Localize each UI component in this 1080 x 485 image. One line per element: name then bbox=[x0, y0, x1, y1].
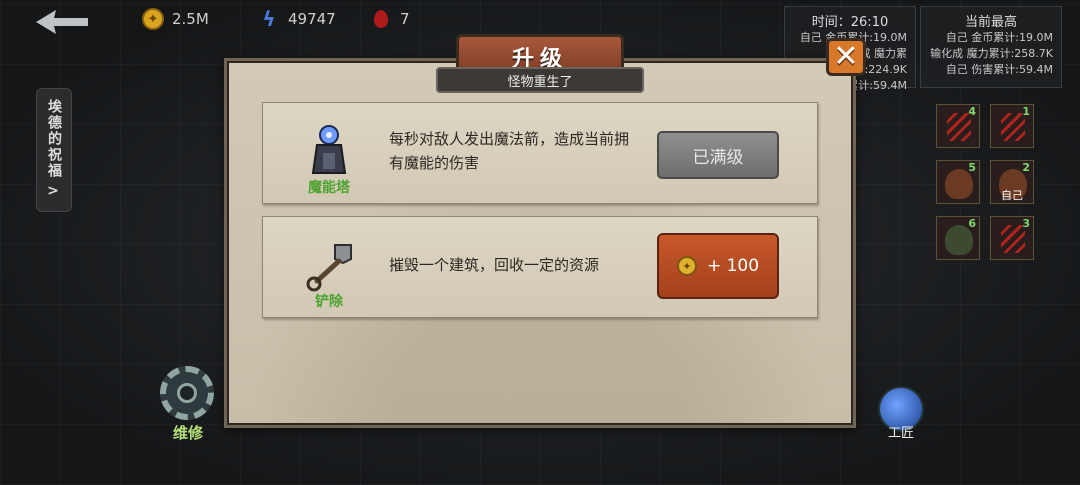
option-card-demolish: 铲除 摧毁一个建筑，回收一定的资源 ✦ + 100 bbox=[262, 216, 818, 318]
blood-drop-icon bbox=[374, 10, 388, 28]
best-line: 输化成 魔力累计:258.7K bbox=[930, 47, 1053, 60]
gold-counter: ✦ 2.5M bbox=[142, 8, 209, 30]
option-card-magic-tower: 魔能塔 每秒对敌人发出魔法箭，造成当前拥有魔能的伤害 已满级 bbox=[262, 102, 818, 204]
best-line: 自己 伤害累计:59.4M bbox=[945, 63, 1053, 76]
close-button[interactable]: ✕ bbox=[826, 38, 866, 76]
gear-center bbox=[177, 383, 197, 403]
energy-value: 49747 bbox=[288, 10, 336, 28]
demolish-value: + 100 bbox=[706, 256, 760, 276]
option-description: 摧毁一个建筑，回收一定的资源 bbox=[389, 256, 600, 274]
blood-value: 7 bbox=[400, 10, 410, 28]
hero-slot-number: 2 bbox=[1022, 161, 1030, 174]
lightning-icon: ϟ bbox=[262, 7, 276, 31]
hero-slot[interactable]: 6 bbox=[936, 216, 980, 260]
hero-slot-number: 4 bbox=[968, 105, 976, 118]
blessing-tab-label: 埃德的祝福 bbox=[46, 99, 62, 179]
hero-slot-self[interactable]: 2 自己 bbox=[990, 160, 1034, 204]
best-title: 当前最高 bbox=[964, 15, 1017, 30]
hero-slot-number: 5 bbox=[968, 161, 976, 174]
shovel-icon bbox=[306, 244, 352, 292]
coin-icon: ✦ bbox=[142, 8, 164, 30]
timer-label: 时间：26:10 bbox=[811, 15, 889, 30]
max-level-button[interactable]: 已满级 bbox=[657, 131, 779, 179]
blood-counter: 7 bbox=[370, 8, 410, 30]
dialog-subtitle: 怪物重生了 bbox=[436, 67, 644, 93]
demolish-button[interactable]: ✦ + 100 bbox=[657, 233, 779, 299]
crafter-label: 工匠 bbox=[887, 426, 914, 441]
option-description: 每秒对敌人发出魔法箭，造成当前拥有魔能的伤害 bbox=[389, 130, 630, 172]
hero-slot[interactable]: 1 bbox=[990, 104, 1034, 148]
option-name: 魔能塔 bbox=[308, 180, 350, 196]
repair-label: 维修 bbox=[172, 424, 203, 442]
hero-self-label: 自己 bbox=[1001, 189, 1023, 202]
hero-slot-number: 6 bbox=[968, 217, 976, 230]
blessing-tab[interactable]: 埃德的祝福 > bbox=[36, 88, 72, 212]
repair-button[interactable]: 维修 bbox=[148, 362, 228, 442]
magic-tower-icon bbox=[311, 125, 347, 174]
gold-value: 2.5M bbox=[172, 10, 209, 28]
hero-slot-number: 3 bbox=[1022, 217, 1030, 230]
coin-icon: ✦ bbox=[676, 256, 697, 276]
hero-slot[interactable]: 3 bbox=[990, 216, 1034, 260]
option-name: 铲除 bbox=[315, 294, 343, 310]
hero-slot[interactable]: 5 bbox=[936, 160, 980, 204]
best-line: 自己 金币累计:19.0M bbox=[945, 31, 1053, 44]
best-record-panel: 当前最高 自己 金币累计:19.0M 输化成 魔力累计:258.7K 自己 伤害… bbox=[920, 6, 1062, 88]
hero-slot-number: 1 bbox=[1022, 105, 1030, 118]
hero-slot[interactable]: 4 bbox=[936, 104, 980, 148]
chevron-right-icon: > bbox=[47, 183, 61, 199]
back-arrow-icon[interactable] bbox=[34, 8, 90, 36]
energy-counter: ϟ 49747 bbox=[258, 7, 336, 31]
crafter-button[interactable]: 工匠 bbox=[876, 386, 926, 441]
